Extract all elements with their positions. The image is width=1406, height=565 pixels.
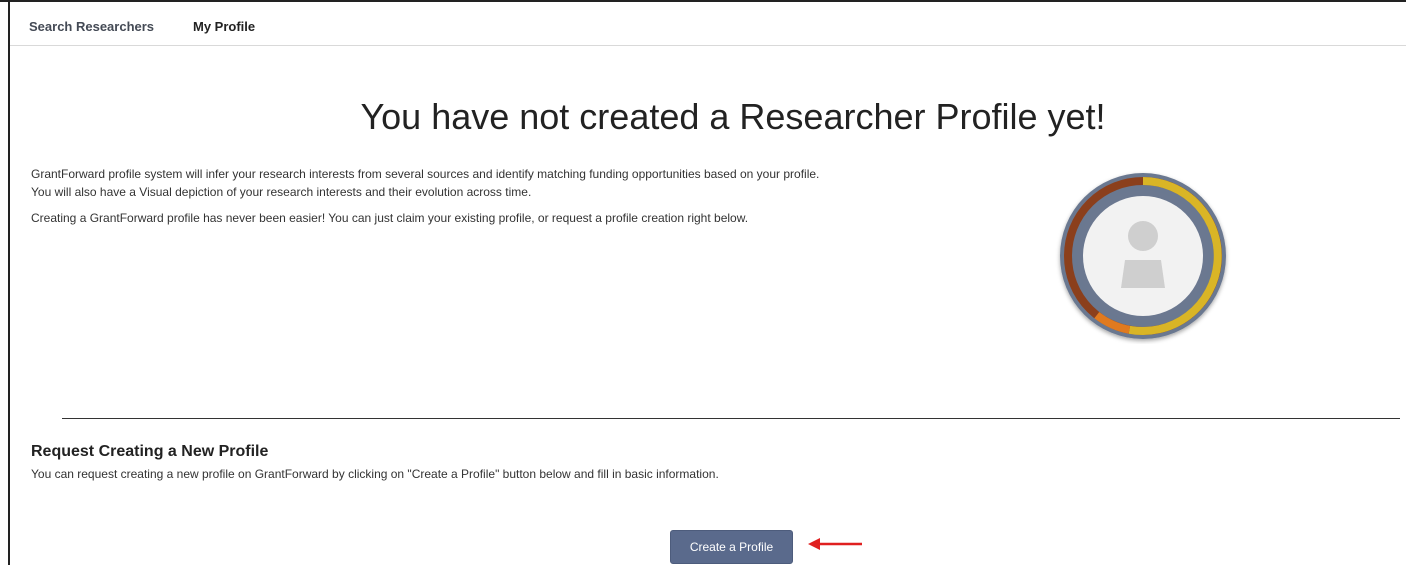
red-arrow-icon [808, 538, 862, 550]
user-avatar-ring-icon [1060, 173, 1226, 339]
intro-text: GrantForward profile system will infer y… [31, 165, 831, 235]
request-section-description: You can request creating a new profile o… [31, 467, 719, 481]
section-divider [62, 418, 1400, 419]
top-nav-tabs: Search Researchers My Profile [10, 2, 1406, 46]
arrow-head [808, 538, 820, 550]
intro-paragraph: GrantForward profile system will infer y… [31, 167, 820, 199]
page-title: You have not created a Researcher Profil… [360, 96, 1106, 137]
create-profile-button[interactable]: Create a Profile [670, 530, 793, 564]
window-left-border [8, 0, 10, 565]
person-head-icon [1128, 221, 1158, 251]
avatar-background [1083, 196, 1203, 316]
person-body-icon [1121, 260, 1165, 288]
tab-search-researchers[interactable]: Search Researchers [29, 19, 154, 34]
intro-paragraph: Creating a GrantForward profile has neve… [31, 211, 749, 225]
tab-my-profile[interactable]: My Profile [193, 19, 255, 34]
request-section-title: Request Creating a New Profile [31, 443, 269, 460]
